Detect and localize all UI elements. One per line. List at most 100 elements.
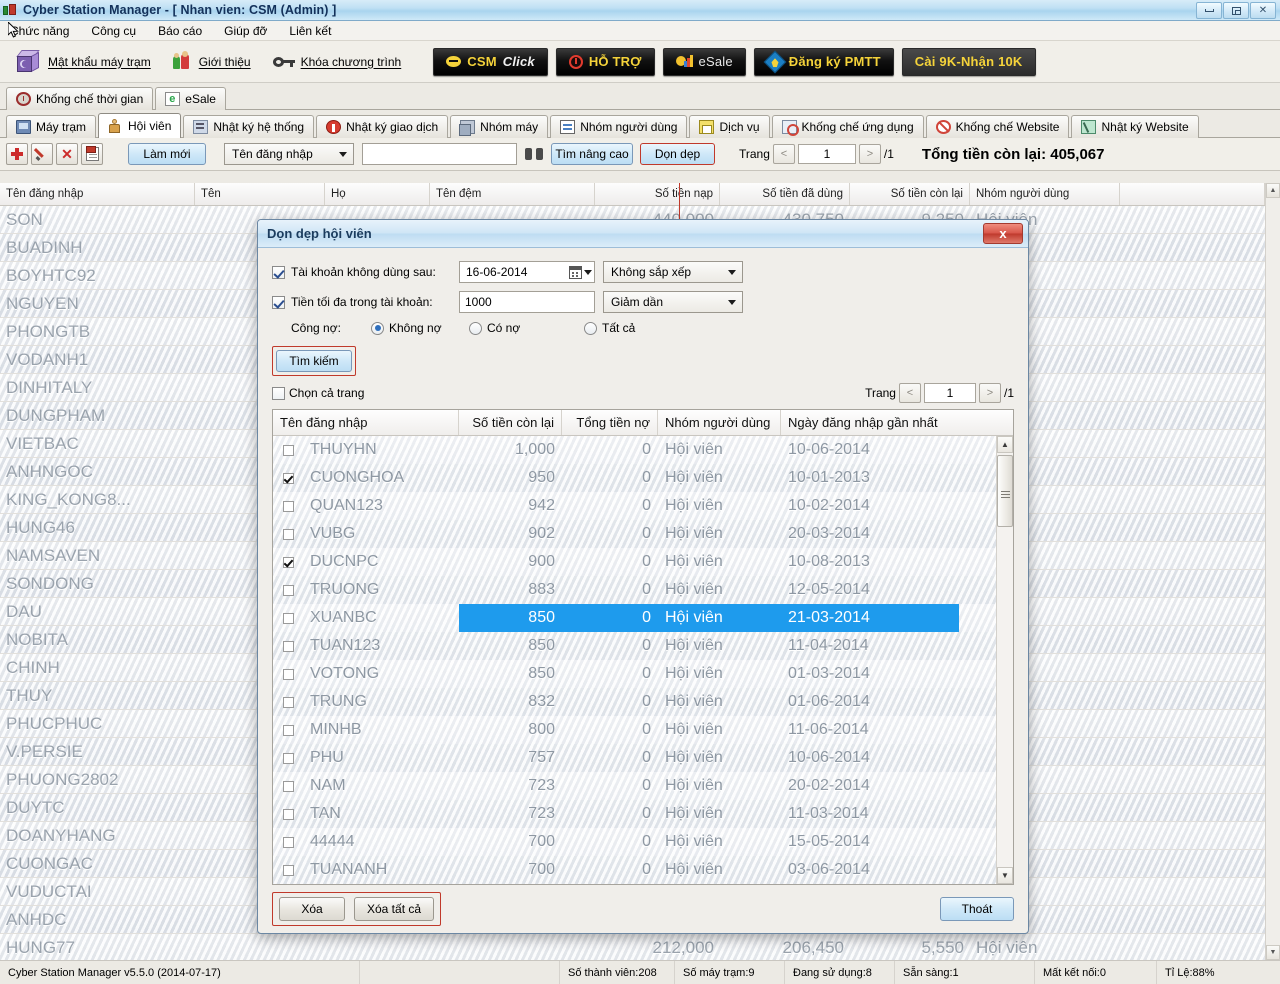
dialog-pager-next-button[interactable]: >: [979, 383, 1001, 403]
tab-may-tram[interactable]: Máy trạm: [6, 115, 96, 138]
dialog-col-last-login[interactable]: Ngày đăng nhập gần nhất: [781, 410, 959, 435]
promo-button-csm-click[interactable]: CSM Click: [433, 48, 548, 76]
tab-hoi-vien[interactable]: Hội viên: [98, 113, 181, 138]
promo-button-install-9k[interactable]: Cài 9K-Nhận 10K: [902, 48, 1036, 76]
table-row[interactable]: TRUONG8830Hội viên12-05-2014: [273, 576, 1013, 604]
window-controls[interactable]: ✕: [1196, 2, 1276, 19]
grid-scroll-down-icon[interactable]: ▼: [1266, 945, 1280, 960]
table-row[interactable]: VOTONG8500Hội viên01-03-2014: [273, 660, 1013, 688]
row-checkbox[interactable]: [273, 445, 303, 456]
row-checkbox[interactable]: [273, 641, 303, 652]
table-row[interactable]: QUAN1239420Hội viên10-02-2014: [273, 492, 1013, 520]
main-tabstrip[interactable]: Máy trạm Hội viên Nhật ký hệ thống Nhật …: [0, 110, 1280, 138]
table-row[interactable]: PHU7570Hội viên10-06-2014: [273, 744, 1013, 772]
edit-button[interactable]: [31, 143, 53, 165]
row-checkbox[interactable]: [273, 837, 303, 848]
row-checkbox[interactable]: [273, 753, 303, 764]
dialog-col-debt[interactable]: Tổng tiền nợ: [562, 410, 658, 435]
dialog-scroll-down-icon[interactable]: ▼: [997, 867, 1013, 884]
menu-item-lien-ket[interactable]: Liên kết: [289, 24, 331, 38]
delete-selected-button[interactable]: Xóa: [279, 897, 345, 921]
grid-col-lastname[interactable]: Họ: [325, 183, 430, 205]
debt-option-all[interactable]: Tất cả: [584, 321, 643, 335]
search-field-select[interactable]: Tên đăng nhập: [224, 143, 354, 165]
row-checkbox[interactable]: [273, 557, 303, 568]
table-row[interactable]: XUANBC8500Hội viên21-03-2014: [273, 604, 1013, 632]
dialog-close-icon[interactable]: x: [983, 223, 1023, 244]
toolbar-item-lock-program[interactable]: Khóa chương trình: [273, 55, 402, 69]
search-input[interactable]: [362, 143, 517, 165]
menu-item-chuc-nang[interactable]: Chức năng: [10, 24, 69, 38]
find-button[interactable]: [525, 146, 543, 162]
tab-nhat-ky-website[interactable]: Nhật ký Website: [1071, 115, 1198, 138]
dialog-scroll-thumb[interactable]: [997, 455, 1013, 527]
sort-mode-select[interactable]: Không sắp xếp: [603, 261, 743, 283]
cleanup-button[interactable]: Dọn dẹp: [640, 143, 715, 165]
promo-button-esale[interactable]: eSale: [663, 48, 746, 76]
table-row[interactable]: TRUNG8320Hội viên01-06-2014: [273, 688, 1013, 716]
table-row[interactable]: 444447000Hội viên15-05-2014: [273, 828, 1013, 856]
tab-dich-vu[interactable]: Dịch vụ: [689, 115, 769, 138]
debt-option-no-debt[interactable]: Không nợ: [371, 321, 469, 335]
row-checkbox[interactable]: [273, 473, 303, 484]
table-row[interactable]: VUBG9020Hội viên20-03-2014: [273, 520, 1013, 548]
dialog-pager-prev-button[interactable]: <: [899, 383, 921, 403]
select-all-checkbox[interactable]: [272, 387, 285, 400]
row-checkbox[interactable]: [273, 613, 303, 624]
radio-all-icon[interactable]: [584, 322, 597, 335]
pager-prev-button[interactable]: <: [773, 144, 795, 164]
menu-item-cong-cu[interactable]: Công cụ: [91, 24, 136, 38]
tab-esale[interactable]: e eSale: [155, 87, 226, 110]
delete-all-button[interactable]: Xóa tất cả: [354, 897, 434, 921]
grid-col-firstname[interactable]: Tên: [195, 183, 325, 205]
close-icon[interactable]: ✕: [1250, 2, 1276, 19]
grid-col-group[interactable]: Nhóm người dùng: [970, 183, 1120, 205]
grid-col-extra[interactable]: [1120, 183, 1265, 205]
dialog-search-button[interactable]: Tìm kiếm: [276, 350, 352, 372]
tab-nhom-nguoi-dung[interactable]: Nhóm người dùng: [550, 115, 687, 138]
radio-has-debt-icon[interactable]: [469, 322, 482, 335]
menu-item-bao-cao[interactable]: Báo cáo: [158, 24, 202, 38]
tab-nhat-ky-he-thong[interactable]: Nhật ký hệ thống: [183, 115, 314, 138]
delete-button[interactable]: ✕: [56, 143, 78, 165]
tab-khong-che-website[interactable]: Khống chế Website: [926, 115, 1070, 138]
advanced-search-button[interactable]: Tìm nâng cao: [551, 143, 633, 165]
dialog-vertical-scrollbar[interactable]: ▲ ▼: [996, 436, 1013, 884]
row-checkbox[interactable]: [273, 585, 303, 596]
max-money-checkbox[interactable]: [272, 296, 285, 309]
table-row[interactable]: CUONGHOA9500Hội viên10-01-2013: [273, 464, 1013, 492]
row-checkbox[interactable]: [273, 865, 303, 876]
menu-bar[interactable]: Chức năng Công cụ Báo cáo Giúp đỡ Liên k…: [0, 21, 1280, 41]
toolbar-item-about[interactable]: Giới thiệu: [173, 53, 251, 71]
dialog-col-group[interactable]: Nhóm người dùng: [658, 410, 781, 435]
add-button[interactable]: [6, 143, 28, 165]
sort-direction-select[interactable]: Giảm dần: [603, 291, 743, 313]
tab-khong-che-ung-dung[interactable]: Khống chế ứng dụng: [772, 115, 924, 138]
promo-button-register-pmtt[interactable]: Đăng ký PMTT: [754, 48, 894, 76]
dialog-scroll-up-icon[interactable]: ▲: [997, 436, 1013, 453]
tab-nhat-ky-giao-dich[interactable]: Nhật ký giao dịch: [316, 115, 448, 138]
pager-next-button[interactable]: >: [859, 144, 881, 164]
dialog-pager[interactable]: Trang < 1 > /1: [865, 383, 1014, 403]
toolbar-item-workstation-password[interactable]: Mật khẩu máy trạm: [16, 50, 151, 74]
row-checkbox[interactable]: [273, 669, 303, 680]
grid-col-deposit[interactable]: Số tiền nạp: [595, 183, 720, 205]
row-checkbox[interactable]: [273, 529, 303, 540]
table-row[interactable]: HUNG77212,000206,4505,550Hội viên: [0, 934, 1280, 960]
max-money-input[interactable]: 1000: [459, 291, 595, 313]
unused-after-date-input[interactable]: 16-06-2014: [459, 261, 595, 283]
table-row[interactable]: TUANANH7000Hội viên03-06-2014: [273, 856, 1013, 884]
table-row[interactable]: THUYHN1,0000Hội viên10-06-2014: [273, 436, 1013, 464]
dialog-pager-page-input[interactable]: 1: [924, 383, 976, 403]
tab-time-control[interactable]: Khống chế thời gian: [6, 87, 153, 110]
row-checkbox[interactable]: [273, 501, 303, 512]
table-row[interactable]: TUAN1238500Hội viên11-04-2014: [273, 632, 1013, 660]
chevron-down-icon[interactable]: [584, 270, 592, 275]
dialog-col-username[interactable]: Tên đăng nhập: [273, 410, 459, 435]
refresh-button[interactable]: Làm mới: [128, 143, 206, 165]
row-checkbox[interactable]: [273, 697, 303, 708]
grid-col-used[interactable]: Số tiền đã dùng: [720, 183, 850, 205]
secondary-tabstrip[interactable]: Khống chế thời gian e eSale: [0, 83, 1280, 110]
grid-col-username[interactable]: Tên đăng nhập: [0, 183, 195, 205]
minimize-button[interactable]: [1196, 2, 1222, 19]
